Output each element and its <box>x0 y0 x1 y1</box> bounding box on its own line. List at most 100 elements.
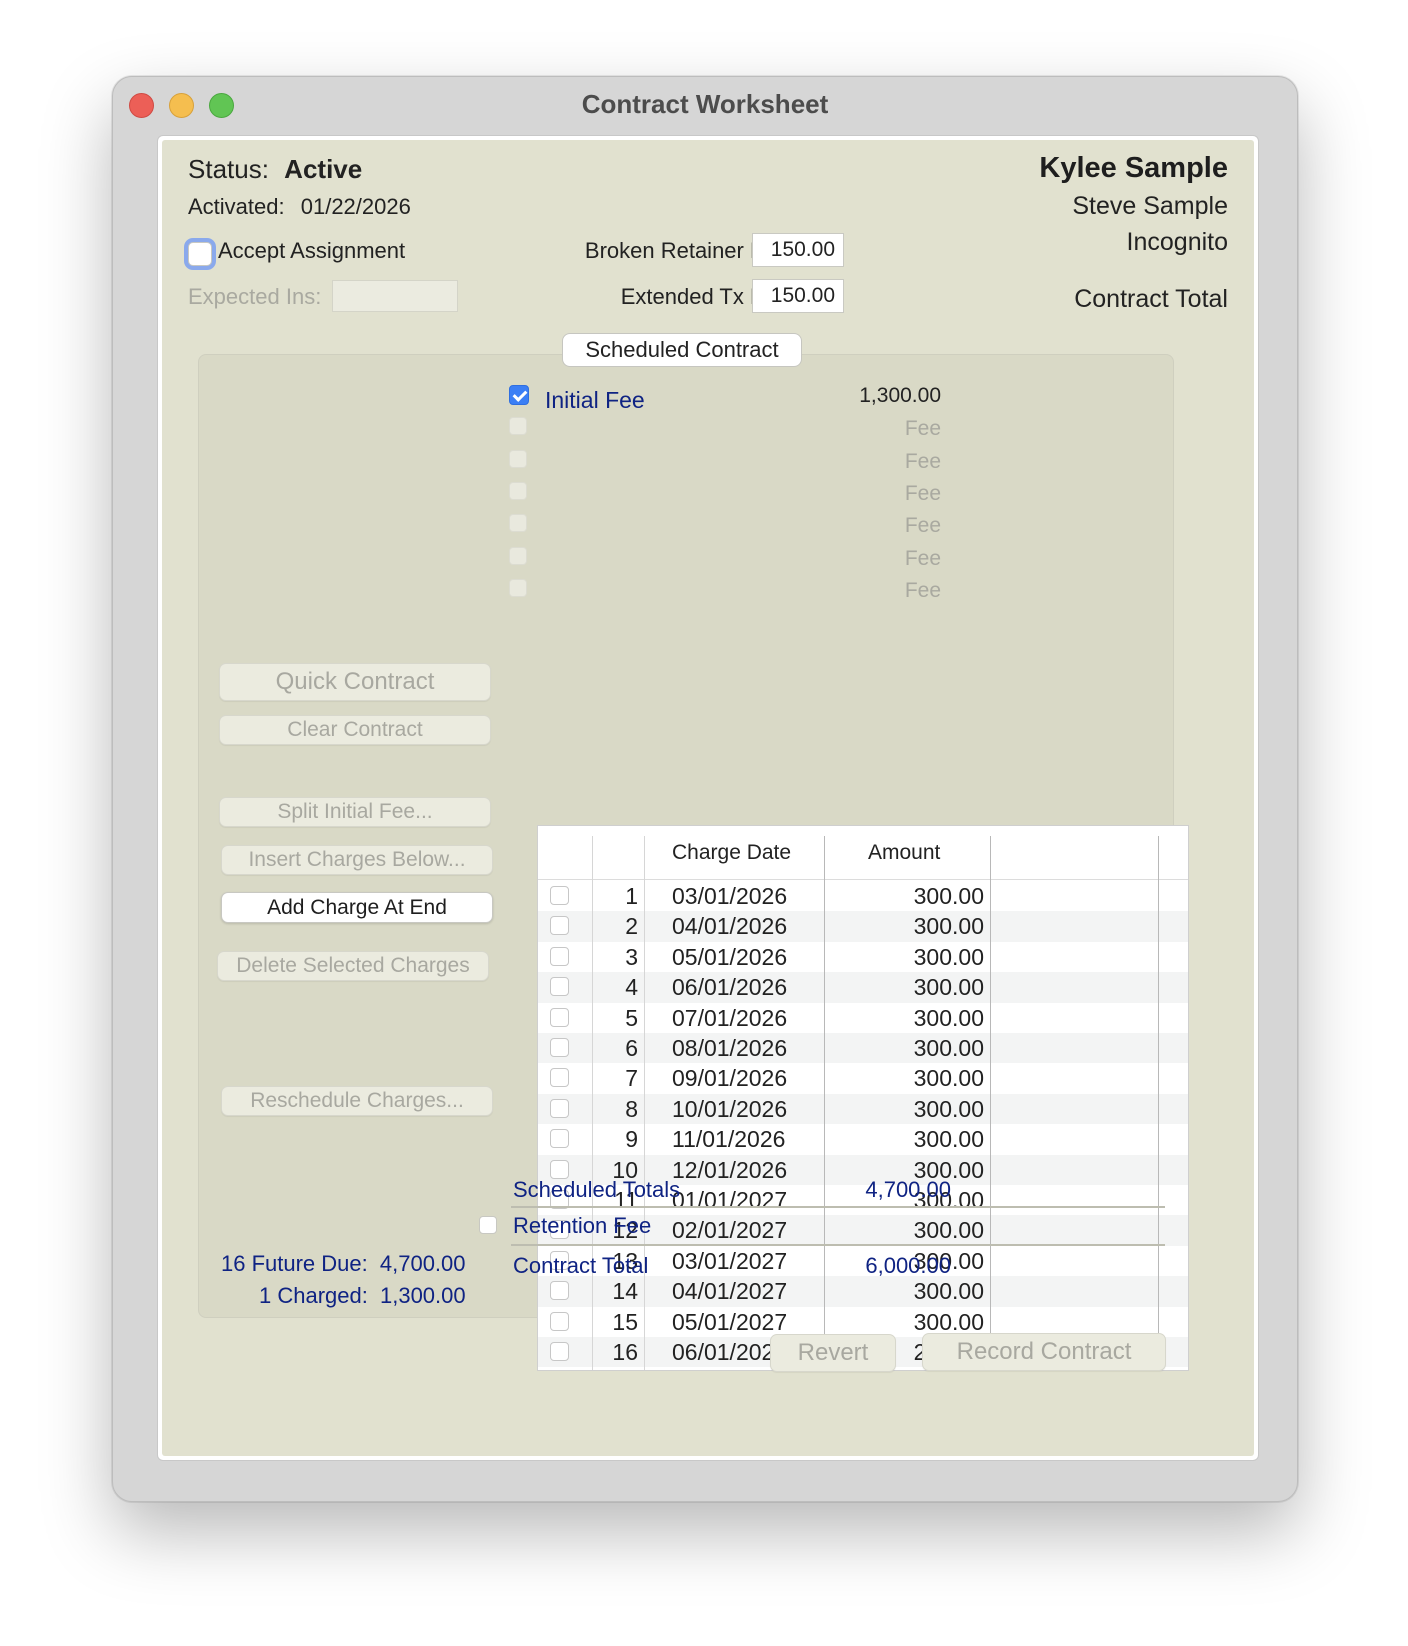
fee-checkbox <box>509 579 527 597</box>
retention-fee-label: Retention Fee <box>513 1213 652 1238</box>
charged-value: 1,300.00 <box>379 1283 466 1308</box>
fee-placeholder: Fee <box>904 547 941 570</box>
amount-cell[interactable]: 300.00 <box>914 1096 984 1123</box>
column-header-amount[interactable]: Amount <box>868 841 940 865</box>
insert-charges-below-button[interactable]: Insert Charges Below... <box>221 845 493 875</box>
row-number: 8 <box>625 1095 638 1122</box>
totals-divider <box>511 1206 1165 1208</box>
contract-total-label: Contract Total <box>513 1253 649 1278</box>
column-divider <box>990 836 991 1370</box>
amount-cell[interactable]: 300.00 <box>914 1217 984 1244</box>
retention-fee-checkbox[interactable] <box>479 1216 497 1234</box>
amount-cell[interactable]: 300.00 <box>914 944 984 971</box>
contract-total-header: Contract Total <box>1074 285 1228 313</box>
charge-date-cell[interactable]: 04/01/2027 <box>672 1278 787 1305</box>
charge-date-cell[interactable]: 08/01/2026 <box>672 1035 787 1062</box>
charge-date-cell[interactable]: 02/01/2027 <box>672 1217 787 1244</box>
row-number: 4 <box>625 974 638 1001</box>
row-select-checkbox[interactable] <box>550 1068 569 1088</box>
clear-contract-button[interactable]: Clear Contract <box>219 715 491 745</box>
initial-fee-label[interactable]: Initial Fee <box>545 387 645 414</box>
row-select-checkbox[interactable] <box>550 916 569 936</box>
charge-date-cell[interactable]: 09/01/2026 <box>672 1065 787 1092</box>
charge-date-cell[interactable]: 12/01/2026 <box>672 1157 787 1184</box>
initial-fee-checkbox[interactable] <box>509 385 529 405</box>
delete-selected-charges-button[interactable]: Delete Selected Charges <box>217 951 489 981</box>
fee-checkbox <box>509 482 527 500</box>
activated-row: Activated: 01/22/2026 <box>188 194 411 220</box>
row-number: 6 <box>625 1035 638 1061</box>
row-select-checkbox[interactable] <box>550 1281 569 1301</box>
row-number: 15 <box>612 1308 638 1335</box>
column-divider <box>1158 836 1159 1370</box>
table-row[interactable]: 8 10/01/2026 300.00 <box>538 1093 1188 1125</box>
charge-date-cell[interactable]: 06/01/2026 <box>672 974 787 1001</box>
amount-cell[interactable]: 300.00 <box>914 1278 984 1305</box>
charge-date-cell[interactable]: 04/01/2026 <box>672 913 787 940</box>
reschedule-charges-button[interactable]: Reschedule Charges... <box>221 1086 493 1116</box>
charges-table: Charge Date Amount 1 03/01/2026 300.00 2 04/… <box>537 825 1189 1371</box>
worksheet-frame: Status: Active Activated: 01/22/2026 Kyl… <box>157 135 1259 1461</box>
worksheet-panel: Status: Active Activated: 01/22/2026 Kyl… <box>162 140 1254 1456</box>
charge-date-cell[interactable]: 03/01/2026 <box>672 883 787 910</box>
table-row[interactable]: 14 04/01/2027 300.00 <box>538 1276 1188 1307</box>
row-select-checkbox[interactable] <box>550 1129 569 1149</box>
table-row[interactable]: 1 03/01/2026 300.00 <box>538 881 1188 911</box>
broken-retainer-fee-field[interactable]: 150.00 <box>752 233 844 267</box>
row-select-checkbox[interactable] <box>550 946 569 966</box>
row-number: 14 <box>612 1278 638 1305</box>
scheduled-contract-label: Scheduled Contract <box>562 333 802 367</box>
activated-date: 01/22/2026 <box>300 194 411 219</box>
add-charge-at-end-button[interactable]: Add Charge At End <box>221 892 493 923</box>
table-row[interactable]: 4 06/01/2026 300.00 <box>538 972 1188 1003</box>
fee-placeholder: Fee <box>904 450 941 473</box>
column-header-charge-date[interactable]: Charge Date <box>672 841 791 865</box>
table-row[interactable]: 3 05/01/2026 300.00 <box>538 942 1188 972</box>
amount-cell[interactable]: 300.00 <box>914 913 984 940</box>
charge-date-cell[interactable]: 01/01/2027 <box>672 1187 787 1214</box>
charged-label: 1 Charged: <box>259 1283 368 1308</box>
scheduled-contract-group: Initial Fee 1,300.00 Fee Fee Fee Fee Fee… <box>198 354 1189 1371</box>
row-select-checkbox[interactable] <box>550 1311 569 1331</box>
amount-cell[interactable]: 300.00 <box>914 1005 984 1032</box>
table-row[interactable]: 9 11/01/2026 300.00 <box>538 1124 1188 1154</box>
row-select-checkbox[interactable] <box>550 1342 569 1361</box>
row-number: 7 <box>625 1065 638 1092</box>
amount-cell[interactable]: 300.00 <box>914 1065 984 1092</box>
amount-cell[interactable]: 300.00 <box>914 1126 984 1153</box>
row-select-checkbox[interactable] <box>550 1038 569 1057</box>
row-select-checkbox[interactable] <box>550 1007 569 1027</box>
future-due-summary: 16 Future Due: 4,700.00 <box>221 1251 466 1277</box>
amount-cell[interactable]: 300.00 <box>914 1035 984 1062</box>
scheduled-totals-value: 4,700.00 <box>865 1177 951 1202</box>
charge-date-cell[interactable]: 05/01/2027 <box>672 1309 787 1336</box>
charge-date-cell[interactable]: 05/01/2026 <box>672 944 787 971</box>
charge-date-cell[interactable]: 07/01/2026 <box>672 1005 787 1032</box>
extended-tx-fee-field[interactable]: 150.00 <box>752 279 844 313</box>
row-select-checkbox[interactable] <box>550 1159 569 1179</box>
charge-date-cell[interactable]: 03/01/2027 <box>672 1248 787 1275</box>
amount-cell[interactable]: 300.00 <box>914 1309 984 1336</box>
row-select-checkbox[interactable] <box>550 1098 569 1118</box>
record-contract-button[interactable]: Record Contract <box>922 1333 1166 1371</box>
accept-assignment-checkbox[interactable] <box>188 242 212 266</box>
table-row[interactable]: 7 09/01/2026 300.00 <box>538 1063 1188 1093</box>
row-select-checkbox[interactable] <box>550 977 569 997</box>
charge-date-cell[interactable]: 10/01/2026 <box>672 1096 787 1123</box>
status-value: Active <box>284 154 363 184</box>
table-row[interactable]: 5 07/01/2026 300.00 <box>538 1003 1188 1033</box>
revert-button[interactable]: Revert <box>770 1334 896 1372</box>
amount-cell[interactable]: 300.00 <box>914 883 984 910</box>
amount-cell[interactable]: 300.00 <box>914 974 984 1001</box>
table-row[interactable]: 2 04/01/2026 300.00 <box>538 911 1188 942</box>
fee-placeholder: Fee <box>904 482 941 505</box>
charged-summary: 1 Charged: 1,300.00 <box>259 1283 466 1309</box>
table-row[interactable]: 6 08/01/2026 300.00 <box>538 1033 1188 1064</box>
quick-contract-button[interactable]: Quick Contract <box>219 663 491 701</box>
plan-name: Incognito <box>1126 228 1228 256</box>
row-select-checkbox[interactable] <box>550 886 569 905</box>
expected-ins-field <box>332 280 458 312</box>
split-initial-fee-button[interactable]: Split Initial Fee... <box>219 797 491 827</box>
charge-date-cell[interactable]: 11/01/2026 <box>672 1126 785 1153</box>
responsible-party-name: Steve Sample <box>1072 192 1228 220</box>
